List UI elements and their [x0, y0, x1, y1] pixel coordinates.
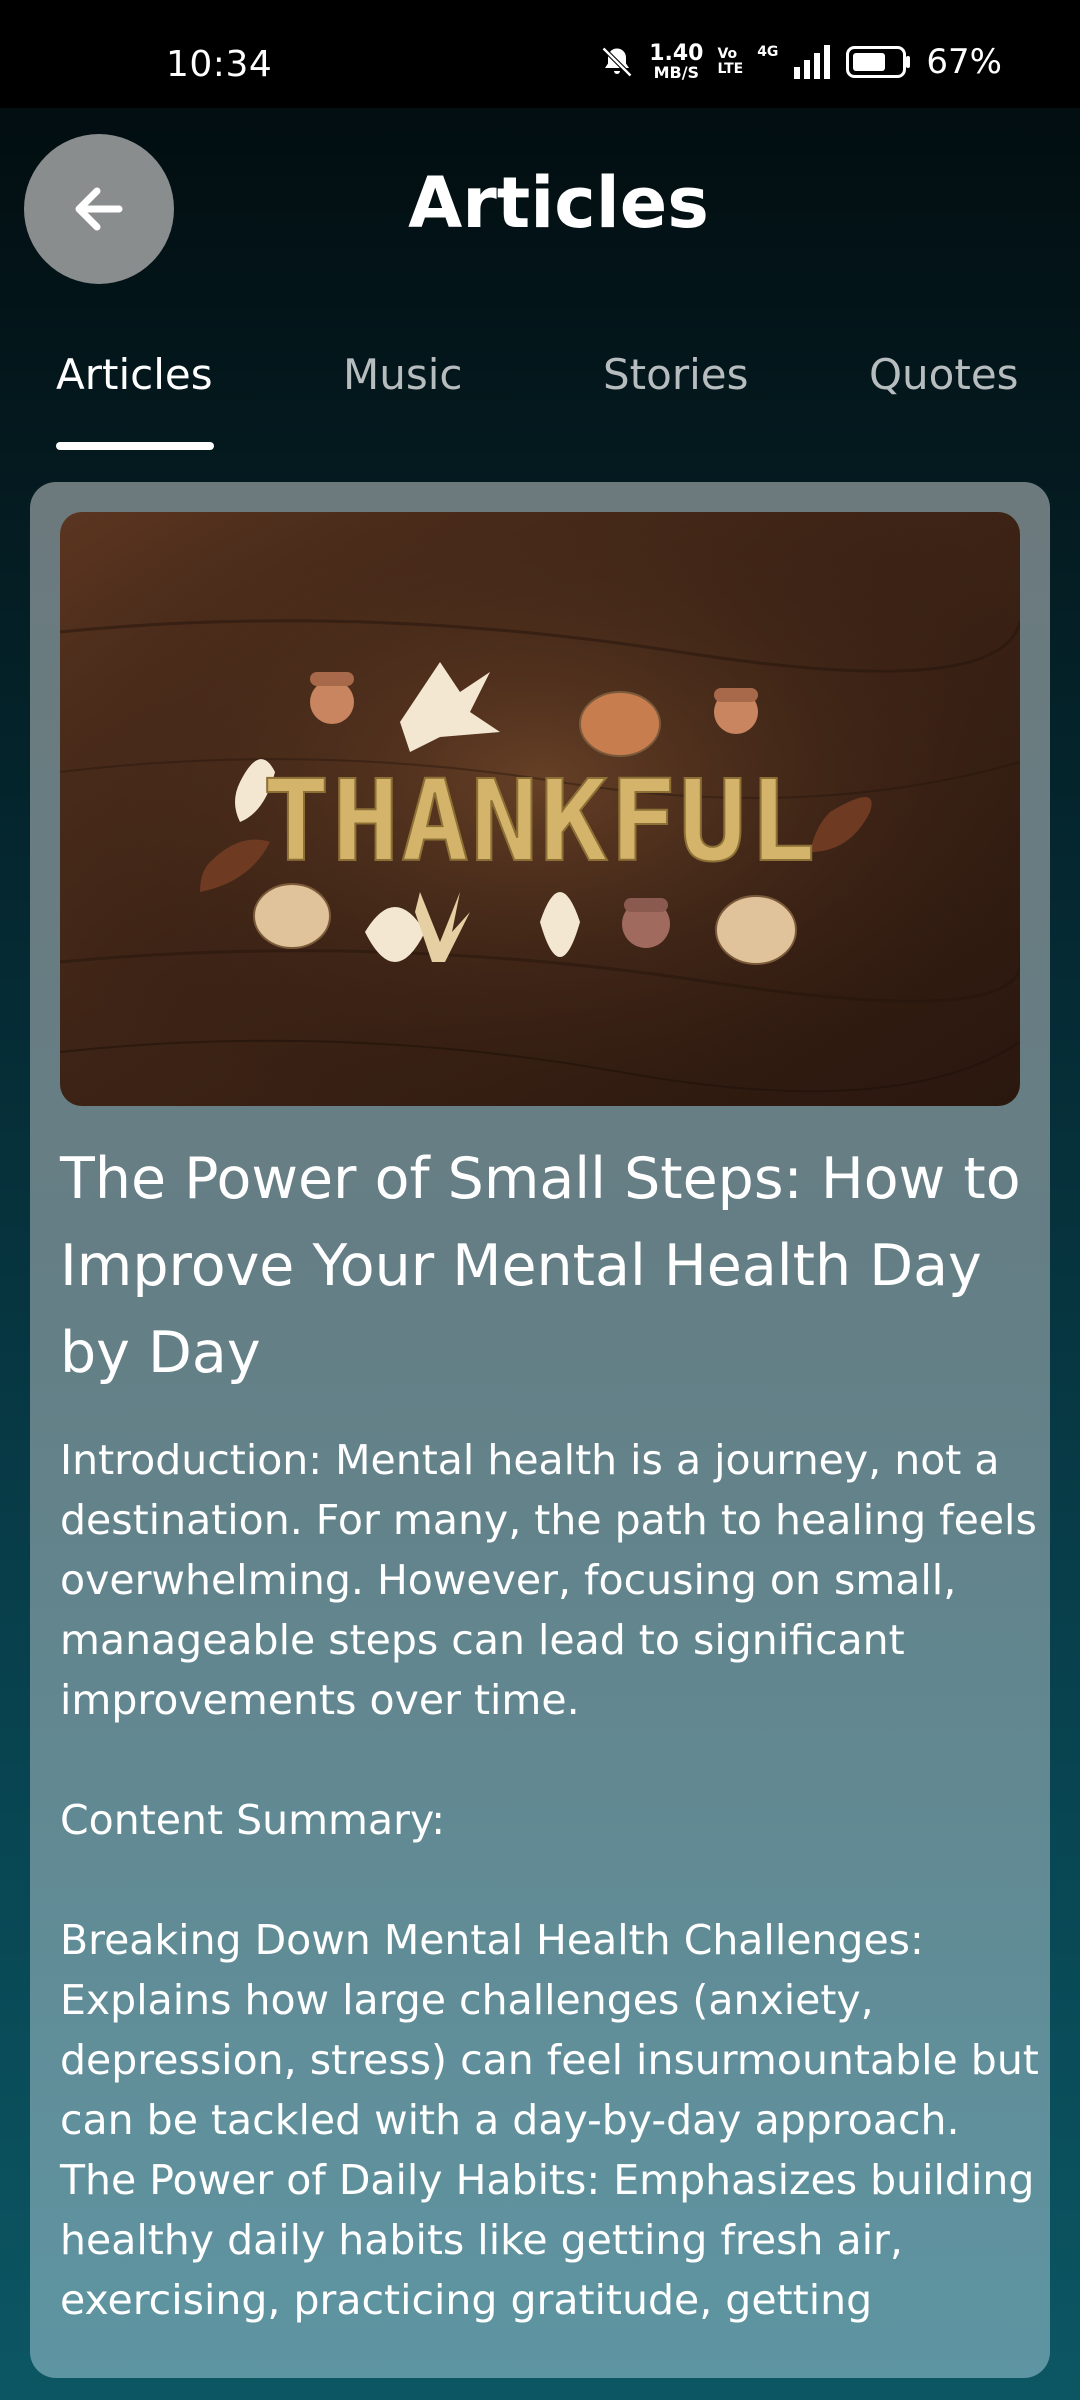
article-body: Introduction: Mental health is a journey…: [60, 1436, 1039, 2324]
battery-icon: [846, 46, 912, 78]
page-title: Articles: [408, 162, 709, 244]
signal-icon: [792, 45, 832, 79]
tab-stories[interactable]: Stories: [603, 350, 748, 399]
network-type: 4G: [757, 44, 779, 60]
article-card[interactable]: THANKFUL The Power of Small Steps: How t…: [30, 482, 1050, 2378]
screen: 10:34 1.40 MB/S Vo LTE 4G 67% Articles A…: [0, 0, 1080, 2400]
active-tab-indicator: [56, 442, 214, 450]
volte-bottom: LTE: [717, 61, 744, 77]
volte-indicator: Vo LTE: [717, 47, 743, 76]
image-caption-text: THANKFUL: [262, 757, 817, 887]
article-image: THANKFUL: [60, 512, 1020, 1106]
tab-articles[interactable]: Articles: [56, 350, 213, 399]
tab-bar: Articles Music Stories Quotes: [0, 340, 1080, 450]
bell-muted-icon: [599, 44, 635, 80]
tab-quotes[interactable]: Quotes: [869, 350, 1019, 399]
tab-music[interactable]: Music: [343, 350, 463, 399]
status-icons: 1.40 MB/S Vo LTE 4G 67%: [599, 40, 1002, 84]
volte-top: Vo: [717, 46, 738, 63]
network-speed-value: 1.40: [649, 41, 704, 66]
battery-percent: 67%: [926, 42, 1002, 82]
network-speed-unit: MB/S: [653, 63, 700, 82]
article-title: The Power of Small Steps: How to Improve…: [60, 1146, 1021, 1386]
network-speed: 1.40 MB/S: [649, 43, 703, 81]
status-bar: 10:34 1.40 MB/S Vo LTE 4G 67%: [0, 0, 1080, 108]
status-time: 10:34: [166, 44, 273, 85]
